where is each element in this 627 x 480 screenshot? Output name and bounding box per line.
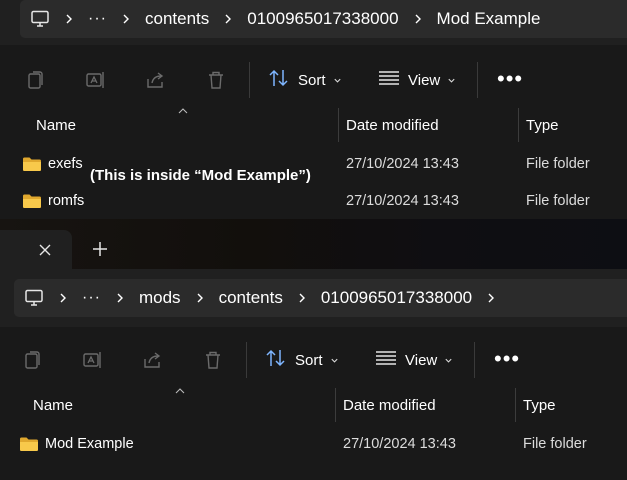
column-name[interactable]: Name bbox=[33, 388, 73, 422]
column-divider[interactable] bbox=[335, 388, 336, 422]
folder-icon bbox=[23, 157, 41, 171]
column-type[interactable]: Type bbox=[526, 108, 559, 142]
type-cell: File folder bbox=[526, 156, 590, 172]
explorer-window-mod-example: ··· contents 0100965017338000 Mod Exampl… bbox=[0, 0, 627, 219]
type-cell: File folder bbox=[526, 193, 590, 209]
chevron-down-icon bbox=[333, 76, 342, 85]
date-modified-cell: 27/10/2024 13:43 bbox=[343, 436, 456, 452]
file-name-cell[interactable]: romfs bbox=[22, 183, 84, 219]
file-name: romfs bbox=[48, 193, 85, 209]
breadcrumb-mods[interactable]: mods bbox=[133, 288, 187, 308]
folder-icon bbox=[23, 194, 41, 208]
view-icon bbox=[375, 350, 397, 370]
explorer-window-game-id: ··· mods contents 0100965017338000 Sort bbox=[0, 219, 627, 480]
folder-icon bbox=[20, 437, 38, 451]
breadcrumb-separator-icon[interactable] bbox=[215, 9, 241, 29]
table-row[interactable]: romfs 27/10/2024 13:43 File folder bbox=[0, 183, 627, 219]
view-button[interactable]: View bbox=[375, 344, 453, 376]
breadcrumb-separator-icon[interactable] bbox=[113, 9, 139, 29]
date-modified-cell: 27/10/2024 13:43 bbox=[346, 156, 459, 172]
toolbar-divider bbox=[249, 62, 250, 98]
delete-icon[interactable] bbox=[201, 348, 225, 372]
sort-button[interactable]: Sort bbox=[268, 64, 342, 96]
column-header-row: Name Date modified Type bbox=[0, 108, 627, 142]
column-name[interactable]: Name bbox=[36, 108, 76, 142]
tab-strip bbox=[0, 219, 627, 269]
sort-icon bbox=[265, 348, 287, 372]
breadcrumb-game-id[interactable]: 0100965017338000 bbox=[241, 9, 404, 29]
column-date-modified[interactable]: Date modified bbox=[346, 108, 439, 142]
computer-icon[interactable] bbox=[28, 7, 52, 31]
address-bar[interactable]: ··· contents 0100965017338000 Mod Exampl… bbox=[20, 0, 627, 38]
breadcrumb-mod-example[interactable]: Mod Example bbox=[431, 9, 547, 29]
breadcrumb-overflow-button[interactable]: ··· bbox=[82, 10, 113, 28]
type-cell: File folder bbox=[523, 436, 587, 452]
breadcrumb-separator-icon[interactable] bbox=[50, 288, 76, 308]
breadcrumb-overflow-button[interactable]: ··· bbox=[76, 289, 107, 307]
breadcrumb-separator-icon[interactable] bbox=[56, 9, 82, 29]
breadcrumb-separator-icon[interactable] bbox=[405, 9, 431, 29]
date-modified-cell: 27/10/2024 13:43 bbox=[346, 193, 459, 209]
annotation-caption: (This is inside “Mod Example”) bbox=[90, 167, 311, 184]
toolbar-divider bbox=[477, 62, 478, 98]
copy-icon[interactable] bbox=[21, 348, 45, 372]
table-row[interactable]: Mod Example 27/10/2024 13:43 File folder bbox=[0, 426, 627, 462]
close-icon bbox=[39, 244, 51, 256]
chevron-down-icon bbox=[444, 356, 453, 365]
view-label: View bbox=[405, 351, 438, 369]
breadcrumb-separator-icon[interactable] bbox=[107, 288, 133, 308]
file-name-cell[interactable]: exefs bbox=[22, 146, 83, 182]
breadcrumb-game-id[interactable]: 0100965017338000 bbox=[315, 288, 478, 308]
column-divider[interactable] bbox=[515, 388, 516, 422]
breadcrumb-expand-icon[interactable] bbox=[478, 288, 504, 308]
sort-ascending-icon bbox=[178, 108, 188, 114]
view-button[interactable]: View bbox=[378, 64, 456, 96]
breadcrumb-separator-icon[interactable] bbox=[187, 288, 213, 308]
computer-icon[interactable] bbox=[22, 286, 46, 310]
share-icon[interactable] bbox=[144, 68, 168, 92]
toolbar-divider bbox=[246, 342, 247, 378]
copy-icon[interactable] bbox=[24, 68, 48, 92]
close-tab-button[interactable] bbox=[36, 241, 54, 259]
plus-icon bbox=[93, 242, 107, 256]
file-name: exefs bbox=[48, 156, 83, 172]
view-label: View bbox=[408, 71, 441, 89]
tab-active[interactable] bbox=[0, 230, 72, 269]
address-bar[interactable]: ··· mods contents 0100965017338000 bbox=[14, 279, 627, 317]
view-icon bbox=[378, 70, 400, 90]
command-bar: Sort View ••• bbox=[0, 52, 627, 108]
command-bar: Sort View ••• bbox=[0, 332, 627, 388]
more-options-button[interactable]: ••• bbox=[497, 66, 523, 92]
sort-label: Sort bbox=[298, 71, 326, 89]
delete-icon[interactable] bbox=[204, 68, 228, 92]
column-header-row: Name Date modified Type bbox=[0, 388, 627, 422]
sort-button[interactable]: Sort bbox=[265, 344, 339, 376]
column-type[interactable]: Type bbox=[523, 388, 556, 422]
address-bar-area: ··· mods contents 0100965017338000 bbox=[0, 269, 627, 327]
sort-ascending-icon bbox=[175, 388, 185, 394]
sort-label: Sort bbox=[295, 351, 323, 369]
sort-icon bbox=[268, 68, 290, 92]
column-date-modified[interactable]: Date modified bbox=[343, 388, 436, 422]
rename-icon[interactable] bbox=[81, 348, 105, 372]
address-bar-area: ··· contents 0100965017338000 Mod Exampl… bbox=[0, 0, 627, 45]
breadcrumb-separator-icon[interactable] bbox=[289, 288, 315, 308]
toolbar-divider bbox=[474, 342, 475, 378]
more-options-button[interactable]: ••• bbox=[494, 346, 520, 372]
file-name-cell[interactable]: Mod Example bbox=[19, 426, 134, 462]
breadcrumb-contents[interactable]: contents bbox=[213, 288, 289, 308]
rename-icon[interactable] bbox=[84, 68, 108, 92]
breadcrumb-contents[interactable]: contents bbox=[139, 9, 215, 29]
chevron-down-icon bbox=[447, 76, 456, 85]
column-divider[interactable] bbox=[338, 108, 339, 142]
file-name: Mod Example bbox=[45, 436, 134, 452]
chevron-down-icon bbox=[330, 356, 339, 365]
share-icon[interactable] bbox=[141, 348, 165, 372]
column-divider[interactable] bbox=[518, 108, 519, 142]
new-tab-button[interactable] bbox=[90, 239, 110, 259]
